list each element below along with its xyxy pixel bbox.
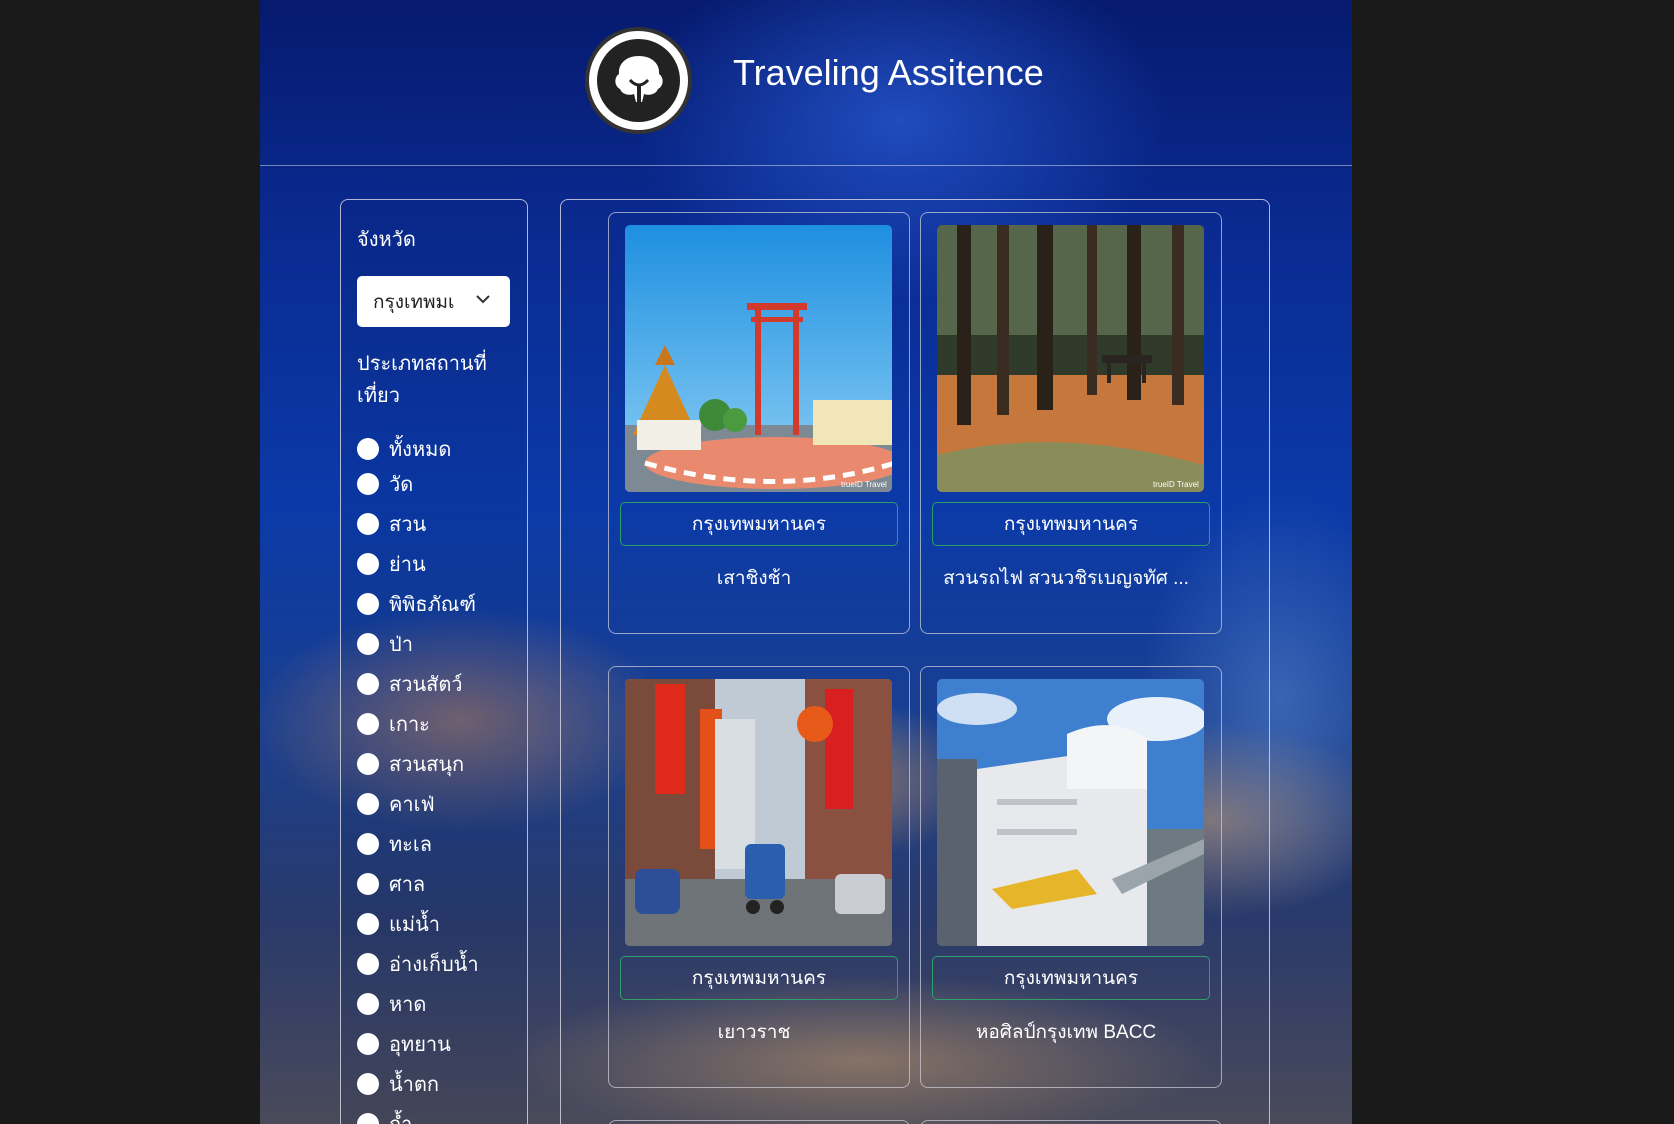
place-photo-yaowarat[interactable]: [625, 679, 892, 946]
place-card[interactable]: trueID Travel กรุงเทพมหานคร เสาชิงช้า: [608, 212, 910, 634]
place-photo-rotfai-park[interactable]: trueID Travel: [937, 225, 1204, 492]
radio-type-16[interactable]: น้ำตก: [357, 1069, 439, 1099]
radio-button[interactable]: [357, 1113, 379, 1124]
place-name[interactable]: หอศิลป์กรุงเทพ BACC: [921, 1017, 1211, 1047]
radio-type-8[interactable]: สวนสนุก: [357, 749, 464, 779]
radio-button[interactable]: [357, 553, 379, 575]
radio-type-15[interactable]: อุทยาน: [357, 1029, 451, 1059]
radio-type-17[interactable]: ถ้ำ: [357, 1109, 412, 1124]
province-tag[interactable]: กรุงเทพมหานคร: [620, 502, 898, 546]
radio-type-11[interactable]: ศาล: [357, 869, 425, 899]
place-type-label: ประเภทสถานที่ เที่ยว: [357, 353, 487, 407]
radio-type-4[interactable]: พิพิธภัณฑ์: [357, 589, 476, 619]
svg-text:trueID Travel: trueID Travel: [1153, 480, 1199, 489]
province-label: จังหวัด: [357, 229, 416, 251]
radio-type-10[interactable]: ทะเล: [357, 829, 432, 859]
place-card[interactable]: trueID Travel กรุงเทพมหานคร สวนรถไฟ สวนว…: [920, 212, 1222, 634]
radio-button[interactable]: [357, 913, 379, 935]
place-card[interactable]: [608, 1120, 910, 1124]
place-photo-bacc[interactable]: [937, 679, 1204, 946]
header: Traveling Assitence: [260, 0, 1352, 166]
radio-button[interactable]: [357, 713, 379, 735]
app-title: Traveling Assitence: [733, 52, 1044, 93]
place-name[interactable]: สวนรถไฟ สวนวชิรเบญจทัศ ...: [921, 563, 1211, 593]
province-selected-value: กรุงเทพมเ: [373, 291, 455, 313]
radio-type-7[interactable]: เกาะ: [357, 709, 430, 739]
radio-type-14[interactable]: หาด: [357, 989, 426, 1019]
radio-type-9[interactable]: คาเฟ่: [357, 789, 435, 819]
app-window: Traveling Assitence จังหวัด กรุงเทพมเ ปร…: [260, 0, 1352, 1124]
radio-button[interactable]: [357, 593, 379, 615]
radio-button[interactable]: [357, 833, 379, 855]
place-name[interactable]: เสาชิงช้า: [609, 563, 899, 593]
radio-type-3[interactable]: ย่าน: [357, 549, 426, 579]
place-card[interactable]: [920, 1120, 1222, 1124]
radio-button[interactable]: [357, 1033, 379, 1055]
svg-text:trueID Travel: trueID Travel: [841, 480, 887, 489]
radio-button[interactable]: [357, 633, 379, 655]
place-card[interactable]: กรุงเทพมหานคร หอศิลป์กรุงเทพ BACC: [920, 666, 1222, 1088]
radio-button[interactable]: [357, 438, 379, 460]
tree-logo-icon[interactable]: [585, 27, 692, 134]
radio-button[interactable]: [357, 753, 379, 775]
place-name[interactable]: เยาวราช: [609, 1017, 899, 1047]
radio-button[interactable]: [357, 473, 379, 495]
radio-button[interactable]: [357, 513, 379, 535]
filter-sidebar: จังหวัด กรุงเทพมเ ประเภทสถานที่ เที่ยว ท…: [340, 199, 528, 1124]
places-grid: trueID Travel กรุงเทพมหานคร เสาชิงช้า tr…: [560, 199, 1270, 1124]
province-tag[interactable]: กรุงเทพมหานคร: [620, 956, 898, 1000]
province-select[interactable]: กรุงเทพมเ: [357, 276, 510, 327]
radio-button[interactable]: [357, 953, 379, 975]
place-photo-giant-swing[interactable]: trueID Travel: [625, 225, 892, 492]
chevron-down-icon: [474, 290, 492, 314]
radio-type-5[interactable]: ป่า: [357, 629, 413, 659]
radio-button[interactable]: [357, 993, 379, 1015]
radio-button[interactable]: [357, 873, 379, 895]
radio-button[interactable]: [357, 1073, 379, 1095]
place-card[interactable]: กรุงเทพมหานคร เยาวราช: [608, 666, 910, 1088]
province-tag[interactable]: กรุงเทพมหานคร: [932, 956, 1210, 1000]
radio-type-0[interactable]: ทั้งหมด: [357, 434, 451, 464]
radio-button[interactable]: [357, 673, 379, 695]
radio-type-13[interactable]: อ่างเก็บน้ำ: [357, 949, 479, 979]
radio-type-2[interactable]: สวน: [357, 509, 426, 539]
radio-type-6[interactable]: สวนสัตว์: [357, 669, 463, 699]
radio-type-1[interactable]: วัด: [357, 469, 413, 499]
radio-button[interactable]: [357, 793, 379, 815]
radio-type-12[interactable]: แม่น้ำ: [357, 909, 440, 939]
province-tag[interactable]: กรุงเทพมหานคร: [932, 502, 1210, 546]
